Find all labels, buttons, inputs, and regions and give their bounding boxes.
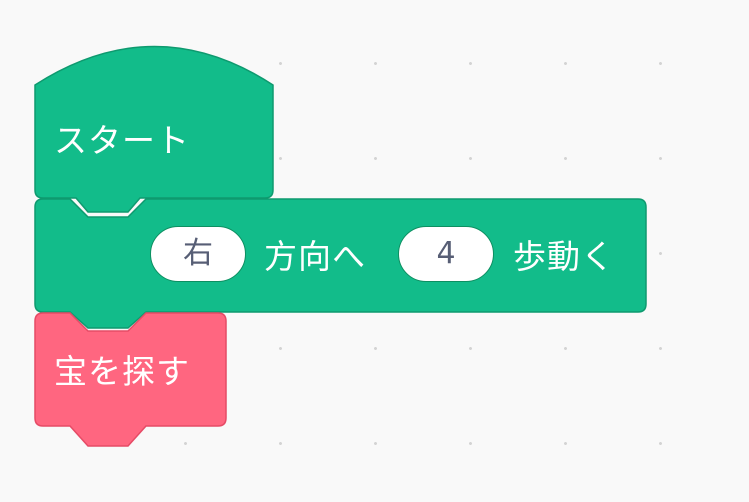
steps-input[interactable]: 4 [398,226,494,282]
direction-suffix-label: 方向へ [264,237,366,276]
block-shapes [34,45,647,447]
direction-input[interactable]: 右 [150,226,246,282]
steps-suffix-label: 歩動く [513,237,615,276]
code-workspace[interactable]: スタート 右 方向へ 4 歩動く 宝を探す [0,0,749,502]
find-treasure-block-label: 宝を探す [54,352,190,391]
start-block-label: スタート [54,121,190,160]
